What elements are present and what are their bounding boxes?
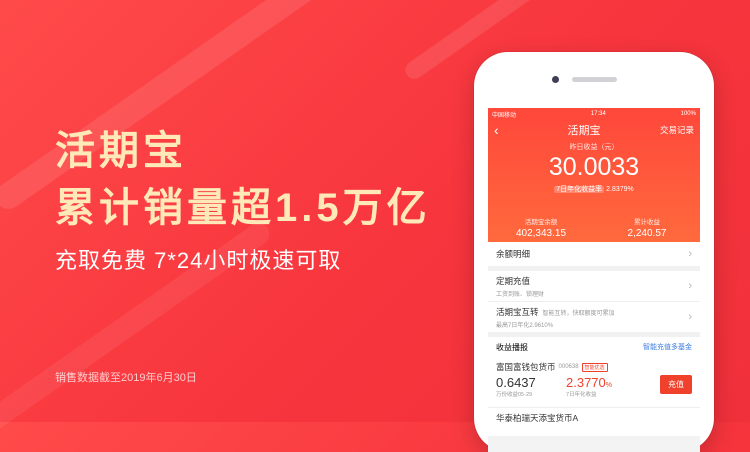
summary-stats: 活期宝余额 402,343.15 累计收益 2,240.57 (488, 216, 700, 239)
seven-day-rate: 7日年化收益率 2.8379% (488, 184, 700, 194)
balance-value: 402,343.15 (515, 228, 567, 239)
total-earnings-stat[interactable]: 累计收益 2,240.57 (594, 216, 700, 239)
chevron-right-icon: › (688, 311, 692, 323)
balance-label: 活期宝余额 (524, 219, 558, 226)
total-earnings-label: 累计收益 (634, 219, 660, 226)
promo-footnote: 销售数据截至2019年6月30日 (55, 372, 197, 384)
balance-detail-label: 余额明细 (496, 249, 531, 259)
regular-topup-title: 定期充值 (496, 275, 531, 286)
fund-rate: 2.3770 (566, 375, 606, 390)
camera-icon (552, 76, 559, 83)
nav-bar: ‹ 活期宝 交易记录 (488, 120, 700, 140)
chevron-right-icon: › (688, 280, 692, 292)
page-title: 活期宝 (567, 125, 601, 137)
yesterday-earnings-label: 昨日收益（元） (569, 144, 619, 151)
fund-unit-earnings: 0.6437 (496, 375, 536, 390)
rate-value: 2.8379% (606, 186, 634, 193)
transfer-row[interactable]: 活期宝互转 智能互转，快取额度可累加 最高7日年化2.9610% › (488, 302, 700, 332)
status-bar: 中国移动 17:34 100% (488, 108, 700, 120)
battery-label: 100% (680, 111, 696, 117)
promo-subline: 充取免费 7*24小时极速可取 (55, 248, 342, 273)
balance-detail-row[interactable]: 余额明细 › (488, 242, 700, 266)
fund-rate-unit: % (605, 382, 612, 389)
regular-topup-subtitle: 工资到账、锁理财 (496, 291, 545, 298)
transaction-records-link[interactable]: 交易记录 (644, 124, 694, 136)
total-earnings-value: 2,240.57 (627, 228, 667, 239)
fund-unit-caption: 万份收益05-29 (496, 392, 533, 398)
rate-label: 7日年化收益率 (554, 186, 605, 193)
topup-button[interactable]: 充值 (660, 375, 692, 394)
fund-tag: 智能优选 (581, 362, 608, 372)
phone-mockup: 中国移动 17:34 100% ‹ 活期宝 交易记录 昨日收益（元） 30.00… (474, 52, 714, 452)
fund-rate-caption: 7日年化收益 (566, 392, 597, 398)
fund-item[interactable]: 富国富钱包货币 000638 智能优选 0.6437 2.3770% 万份收益0… (488, 357, 700, 407)
fund-code: 000638 (558, 364, 579, 370)
carrier-label: 中国移动 (492, 112, 517, 119)
transfer-note: 智能互转，快取额度可累加 (542, 310, 615, 317)
transfer-subtitle: 最高7日年化2.9610% (496, 322, 554, 329)
earnings-broadcast-header: 收益播报 智能充值多基金 (488, 337, 700, 357)
chevron-right-icon: › (688, 248, 692, 260)
balance-stat[interactable]: 活期宝余额 402,343.15 (488, 216, 594, 239)
phone-screen: 中国移动 17:34 100% ‹ 活期宝 交易记录 昨日收益（元） 30.00… (488, 108, 700, 452)
regular-topup-row[interactable]: 定期充值 工资到账、锁理财 › (488, 271, 700, 302)
smart-topup-link[interactable]: 智能充值多基金 (643, 342, 692, 352)
speaker-grille (572, 77, 617, 82)
earnings-broadcast-title: 收益播报 (496, 342, 528, 352)
promo-headline-product: 活期宝 (55, 129, 187, 173)
fund-name: 富国富钱包货币 (496, 362, 556, 372)
balance-summary: ‹ 活期宝 交易记录 昨日收益（元） 30.0033 7日年化收益率 2.837… (488, 120, 700, 242)
transfer-title: 活期宝互转 (496, 306, 539, 317)
yesterday-earnings-value: 30.0033 (548, 153, 640, 181)
status-time: 17:34 (590, 111, 606, 117)
chevron-left-icon[interactable]: ‹ (494, 122, 524, 138)
promo-headline-sales: 累计销量超1.5万亿 (55, 186, 431, 230)
